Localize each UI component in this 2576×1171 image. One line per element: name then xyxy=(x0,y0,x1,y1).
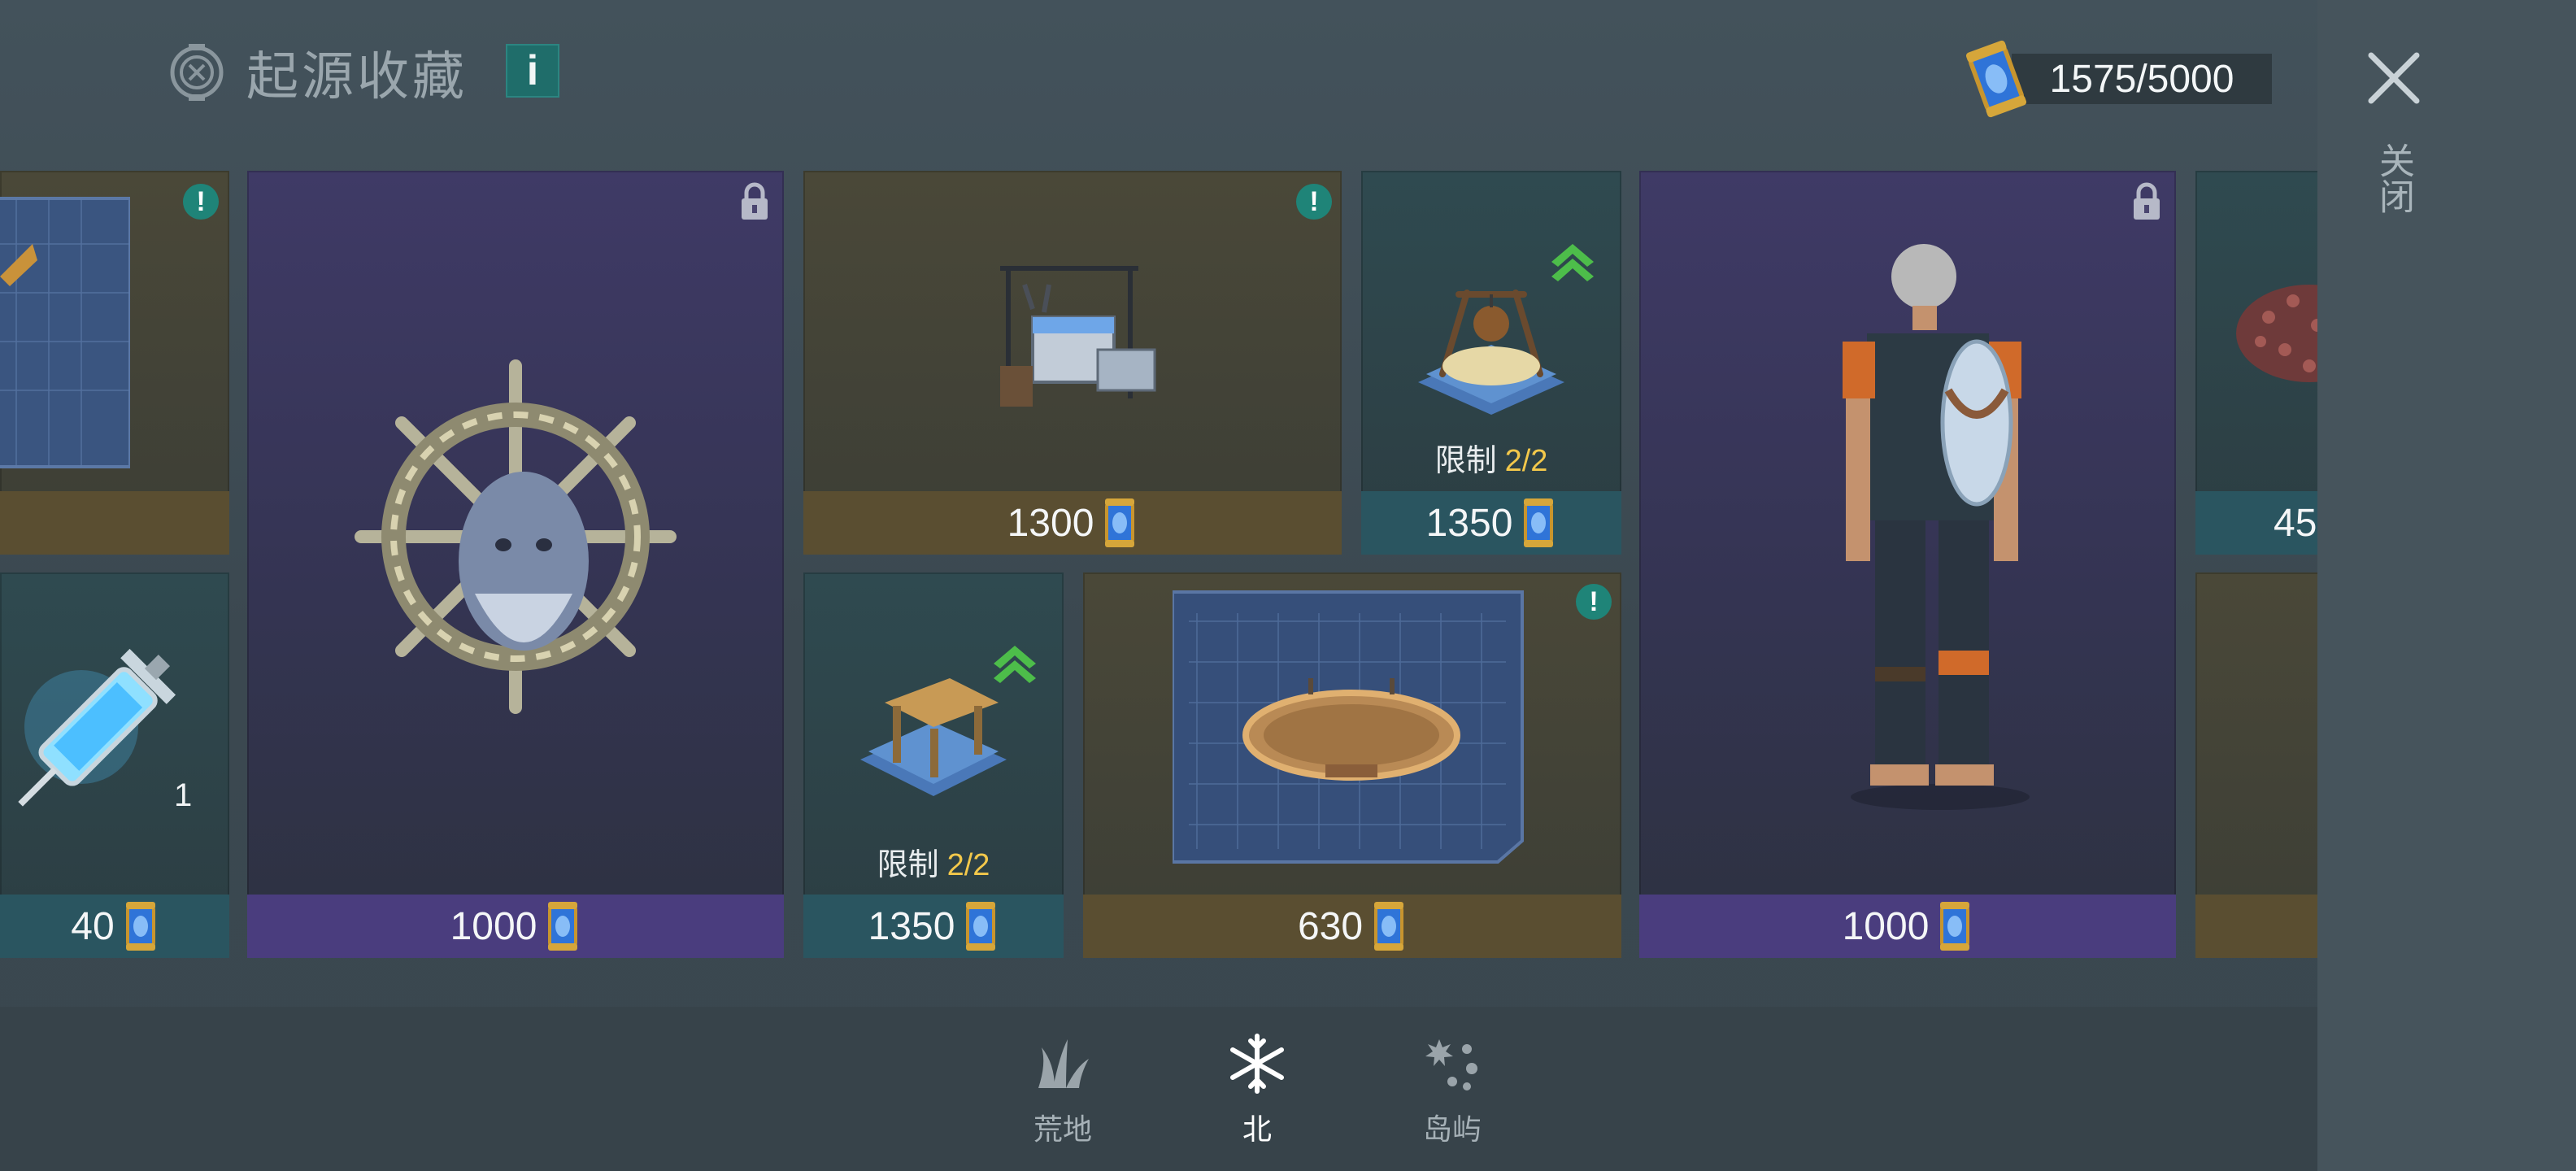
origin-coin-icon xyxy=(1957,35,2036,124)
price-value: 630 xyxy=(1297,904,1364,948)
price-value: 1350 xyxy=(1425,501,1513,545)
price-bar xyxy=(2195,895,2317,958)
lock-icon xyxy=(742,182,768,220)
new-alert-badge: ! xyxy=(183,184,219,220)
origin-coin-icon xyxy=(1371,900,1407,952)
tab-label: 荒地 xyxy=(1033,1112,1092,1146)
origin-emblem-icon xyxy=(170,44,224,101)
upgrade-chevron-icon xyxy=(1551,244,1594,281)
price-bar xyxy=(0,491,229,555)
origin-coin-icon xyxy=(545,900,581,952)
close-button-label[interactable]: 关闭 xyxy=(2374,142,2415,214)
tab-label: 岛屿 xyxy=(1422,1112,1482,1146)
region-tab-bar xyxy=(0,1007,2317,1171)
campfire-blueprint-card[interactable]: 限制 2/2 1350 xyxy=(1361,171,1621,555)
page-title: 起源收藏 xyxy=(246,47,468,106)
tab-wasteland[interactable]: 荒地 xyxy=(1006,1031,1120,1153)
price-bar: 1350 xyxy=(1361,491,1621,555)
sign-blueprint-icon xyxy=(1173,590,1524,864)
collection-panel: 起源收藏 i 1575/5000 ! 1 40 1000 ! 1300 限制 2… xyxy=(0,0,2317,1171)
snowflake-icon xyxy=(1230,1034,1284,1094)
price-value: 1000 xyxy=(450,904,537,948)
new-alert-badge: ! xyxy=(1296,184,1332,220)
seeds-card[interactable]: 45 xyxy=(2195,171,2317,555)
price-value: 45 xyxy=(2274,501,2317,545)
table-blueprint-card[interactable]: 限制 2/2 1350 xyxy=(803,572,1064,958)
price-value: 1350 xyxy=(868,904,955,948)
ship-wheel-head-card[interactable]: 1000 xyxy=(247,171,784,958)
blueprint-card-left[interactable]: ! xyxy=(0,171,229,555)
price-bar: 1350 xyxy=(803,895,1064,958)
currency-counter: 1575/5000 xyxy=(1968,47,2272,111)
price-value: 1000 xyxy=(1842,904,1930,948)
origin-coin-icon xyxy=(1937,900,1973,952)
currency-value: 1575/5000 xyxy=(2012,54,2272,104)
workbench-set-card[interactable]: ! 1300 xyxy=(803,171,1342,555)
price-bar: 40 xyxy=(0,895,229,958)
item-count: 1 xyxy=(174,777,193,813)
origin-coin-icon xyxy=(123,900,159,952)
price-value: 40 xyxy=(71,904,115,948)
diver-outfit-card[interactable]: 1000 xyxy=(1639,171,2176,958)
tab-label: 北 xyxy=(1242,1112,1272,1146)
info-button[interactable]: i xyxy=(506,44,559,98)
right-sidebar xyxy=(2317,0,2576,1171)
price-bar: 1000 xyxy=(247,895,784,958)
origin-coin-icon xyxy=(1102,497,1138,549)
panel-header: 起源收藏 xyxy=(167,36,468,109)
blueprint-icon xyxy=(0,197,130,468)
island-icon xyxy=(1425,1039,1477,1090)
partial-card-right[interactable] xyxy=(2195,572,2317,958)
price-bar: 1000 xyxy=(1639,895,2176,958)
price-bar: 630 xyxy=(1083,895,1621,958)
limit-label: 限制 xyxy=(877,848,939,882)
purchase-limit: 限制 2/2 xyxy=(1361,435,1621,480)
limit-label: 限制 xyxy=(1434,444,1497,478)
tab-islands[interactable]: 岛屿 xyxy=(1395,1031,1509,1153)
purchase-limit: 限制 2/2 xyxy=(803,839,1064,884)
diver-character-icon xyxy=(1843,244,2030,810)
ship-wheel-head-icon xyxy=(355,359,677,714)
syringe-icon xyxy=(18,648,176,807)
limit-value: 2/2 xyxy=(946,848,990,882)
upgrade-chevron-icon xyxy=(994,646,1036,683)
price-bar: 45 xyxy=(2195,491,2317,555)
seeds-icon xyxy=(2236,285,2317,382)
grass-icon xyxy=(1038,1039,1089,1088)
workbench-set-icon xyxy=(1000,266,1156,407)
campfire-blueprint-icon xyxy=(1418,289,1564,415)
origin-coin-icon xyxy=(963,900,999,952)
new-alert-badge: ! xyxy=(1576,584,1612,620)
price-bar: 1300 xyxy=(803,491,1342,555)
origin-coin-icon xyxy=(1521,497,1556,549)
tab-north[interactable]: 北 xyxy=(1200,1031,1314,1153)
limit-value: 2/2 xyxy=(1504,444,1548,478)
price-value: 1300 xyxy=(1007,501,1094,545)
sign-blueprint-card[interactable]: ! 630 xyxy=(1083,572,1621,958)
syringe-card[interactable]: 1 40 xyxy=(0,572,229,958)
lock-icon xyxy=(2134,182,2160,220)
close-icon[interactable] xyxy=(2361,46,2426,111)
